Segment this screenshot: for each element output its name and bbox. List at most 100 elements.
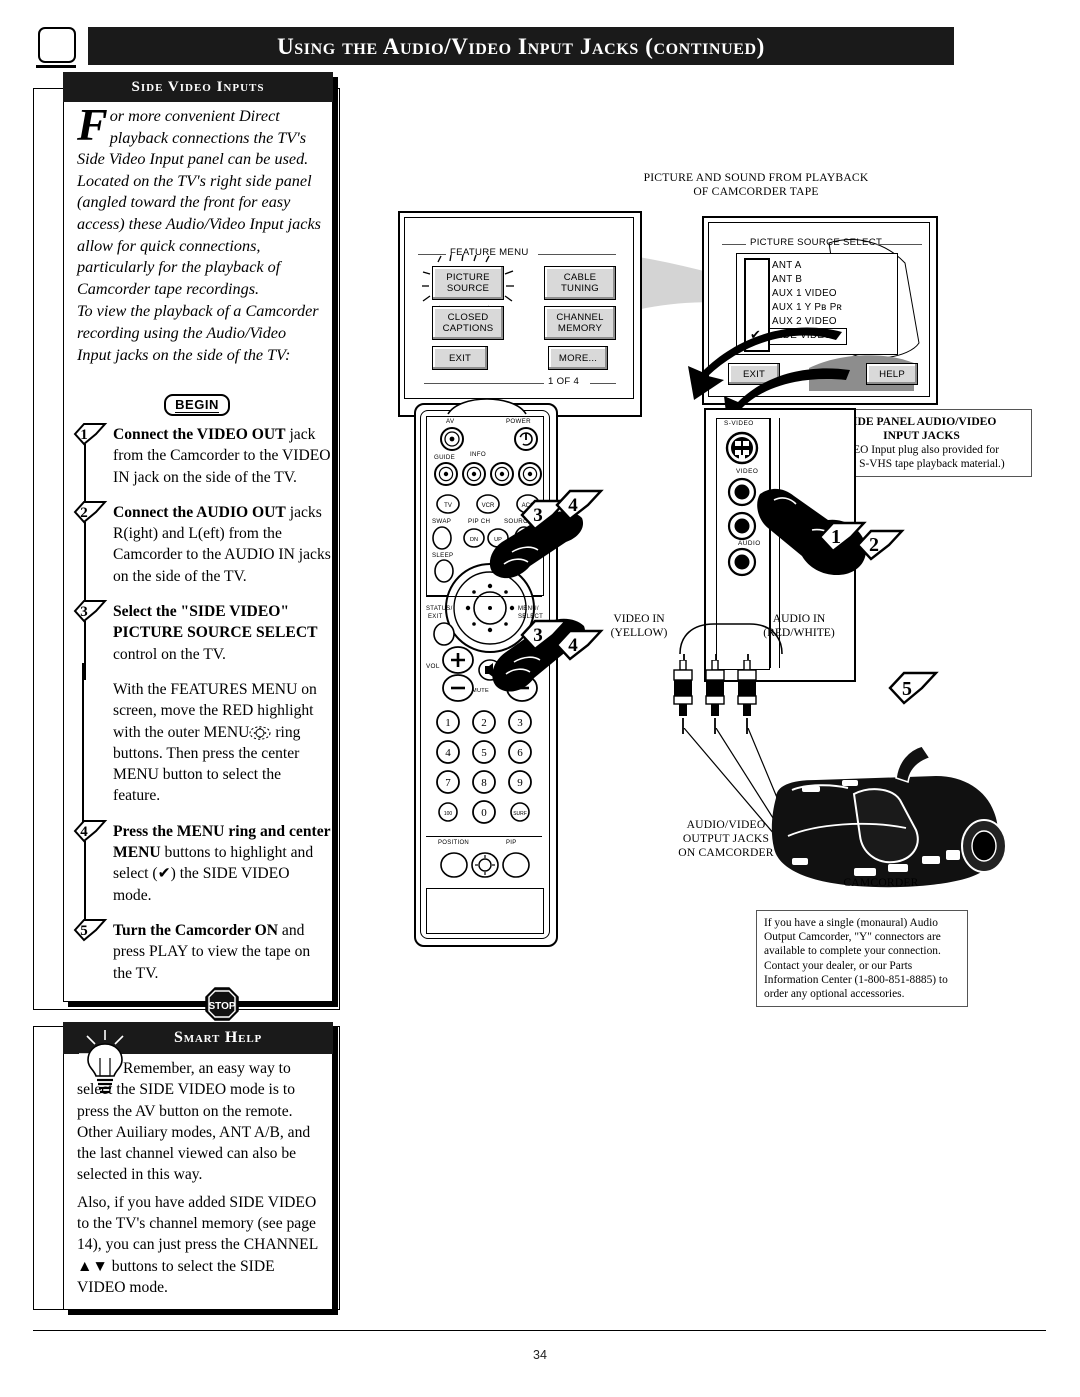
svg-text:5: 5 — [902, 678, 912, 700]
callout-4-lower: 4 — [553, 628, 604, 661]
svg-text:2: 2 — [869, 534, 879, 556]
video-in-label: VIDEO IN (YELLOW) — [594, 612, 684, 640]
svg-text:9: 9 — [517, 777, 523, 789]
svg-text:5: 5 — [80, 923, 88, 939]
stop-label: STOP — [208, 1001, 235, 1012]
camcorder-output-line2: OUTPUT JACKS — [682, 832, 770, 845]
osd-button-closed-captions-label: CLOSED CAPTIONS — [442, 312, 494, 334]
picture-source-select-title: PICTURE SOURCE SELECT — [750, 237, 883, 248]
step-1: 1 Connect the VIDEO OUT jack from the Ca… — [73, 423, 331, 503]
svg-text:5: 5 — [481, 747, 487, 759]
source-item-aux1-ypbpr[interactable]: AUX 1 Y Pʙ Pʀ — [772, 302, 842, 313]
svg-text:4: 4 — [80, 824, 88, 840]
svg-text:4: 4 — [568, 495, 578, 516]
remote-label-tv: TV — [444, 503, 452, 509]
highlight-flash-icon — [422, 254, 514, 312]
svg-text:SURF: SURF — [513, 811, 527, 817]
rca-plugs-icon — [673, 660, 757, 734]
remote-keypad[interactable]: 1 2 3 4 5 6 7 8 9 100 0 SURF — [430, 708, 542, 830]
osd-button-cable-tuning-label: CABLE TUNING — [561, 272, 599, 294]
svg-text:100: 100 — [444, 811, 453, 817]
playback-caption-line1: PICTURE AND SOUND FROM PLAYBACK — [643, 171, 869, 184]
steps-list: 1 Connect the VIDEO OUT jack from the Ca… — [73, 423, 331, 1040]
audio-in-label-line1: AUDIO IN — [772, 612, 826, 625]
step-3: 3 Select the "SIDE VIDEO" PICTURE SOURCE… — [73, 599, 331, 680]
remote-label-status-exit-1: STATUS/ — [426, 606, 453, 612]
camcorder-output-line1: AUDIO/VIDEO — [686, 818, 766, 831]
side-video-inputs-panel: Side Video Inputs For more convenient Di… — [63, 72, 338, 1021]
callout-5: 5 — [886, 670, 939, 705]
source-item-ant-b[interactable]: ANT B — [772, 274, 802, 285]
svg-text:6: 6 — [517, 747, 523, 759]
audio-in-label: AUDIO IN (RED/WHITE) — [744, 612, 854, 640]
svg-text:4: 4 — [568, 635, 578, 656]
smart-help-body: Remember, an easy way to select the SIDE… — [77, 1058, 321, 1304]
drop-cap: F — [77, 99, 108, 150]
step-2-bold: Connect the AUDIO OUT — [113, 503, 286, 521]
osd-button-closed-captions[interactable]: CLOSED CAPTIONS — [432, 306, 504, 340]
illustration-area: PICTURE AND SOUND FROM PLAYBACK OF CAMCO… — [346, 88, 1046, 1308]
remote-label-position: POSITION — [438, 840, 470, 846]
manual-page: Using the Audio/Video Input Jacks (conti… — [0, 0, 1080, 1397]
intro-text: For more convenient Direct playback conn… — [77, 99, 323, 366]
step-5-number-badge: 5 — [73, 918, 109, 942]
remote-position-pip-buttons[interactable] — [432, 848, 538, 882]
step-5-bold: Turn the Camcorder ON — [113, 921, 279, 939]
osd-button-channel-memory[interactable]: CHANNEL MEMORY — [544, 306, 616, 340]
svg-text:4: 4 — [445, 747, 451, 759]
step-4-number-badge: 4 — [73, 819, 109, 843]
smart-help-paragraph-2: Also, if you have added SIDE VIDEO to th… — [77, 1193, 318, 1296]
osd-button-more-label: MORE... — [558, 352, 598, 364]
intro-paragraph-2: To view the playback of a Camcorder reco… — [77, 302, 319, 364]
corner-square-icon — [36, 27, 76, 68]
svg-text:8: 8 — [481, 777, 487, 789]
begin-marker: BEGIN — [63, 394, 331, 416]
stop-marker: STOP — [113, 987, 331, 1026]
side-video-inputs-header: Side Video Inputs — [63, 72, 333, 102]
osd-button-channel-memory-label: CHANNEL MEMORY — [556, 312, 604, 334]
svg-text:2: 2 — [80, 505, 88, 521]
osd-button-exit-label: EXIT — [448, 352, 472, 364]
callout-2: 2 — [854, 528, 905, 561]
camcorder-label: CAMCORDER — [843, 876, 919, 889]
video-in-label-line1: VIDEO IN — [613, 612, 665, 625]
remote-label-dn: DN — [470, 537, 478, 543]
menu-ring-icon — [249, 725, 271, 740]
source-item-ant-a[interactable]: ANT A — [772, 260, 802, 271]
svg-text:3: 3 — [533, 505, 543, 526]
s-video-jack-icon — [725, 431, 759, 465]
feature-menu-page-indicator: 1 OF 4 — [548, 376, 580, 387]
osd-button-more[interactable]: MORE... — [548, 346, 608, 370]
callout-4-upper: 4 — [553, 488, 604, 521]
smart-help-panel: Smart Help Remember, an easy way to sele… — [63, 1022, 338, 1315]
step-5: 5 Turn the Camcorder ON and press PLAY t… — [73, 918, 331, 1026]
svg-text:1: 1 — [80, 427, 88, 443]
remote-label-pip: PIP — [506, 840, 517, 846]
step-2: 2 Connect the AUDIO OUT jacks R(ight) an… — [73, 500, 331, 603]
remote-label-info: INFO — [470, 451, 486, 458]
svg-text:7: 7 — [445, 777, 451, 789]
remote-av-power-buttons[interactable] — [438, 424, 542, 454]
remote-ir-emitter — [447, 398, 527, 415]
source-item-aux1-video[interactable]: AUX 1 VIDEO — [772, 288, 837, 299]
svg-text:3: 3 — [517, 717, 523, 729]
intro-paragraph-1: or more convenient Direct playback conne… — [77, 107, 321, 298]
step-3-continuation: With the FEATURES MENU on screen, move t… — [75, 662, 331, 822]
camcorder-output-jacks-label: AUDIO/VIDEO OUTPUT JACKS ON CAMCORDER — [661, 818, 791, 860]
video-in-label-line2: (YELLOW) — [610, 626, 668, 639]
page-number: 34 — [533, 1348, 547, 1362]
svg-text:0: 0 — [481, 807, 487, 819]
remote-guide-info-buttons[interactable] — [432, 460, 544, 488]
svg-text:2: 2 — [481, 717, 487, 729]
page-title: Using the Audio/Video Input Jacks (conti… — [277, 34, 765, 59]
monaural-note: If you have a single (monaural) Audio Ou… — [756, 910, 968, 1008]
remote-label-swap: SWAP — [432, 518, 452, 525]
step-3-bold: Select the "SIDE VIDEO" PICTURE SOURCE S… — [113, 603, 318, 642]
step-4: 4 Press the MENU ring and center MENU bu… — [73, 819, 331, 921]
side-video-inputs-title: Side Video Inputs — [131, 79, 265, 95]
step-3-number-badge: 3 — [73, 599, 109, 623]
begin-label: BEGIN — [175, 397, 219, 413]
osd-button-cable-tuning[interactable]: CABLE TUNING — [544, 266, 616, 300]
osd-button-exit[interactable]: EXIT — [432, 346, 488, 370]
footer-rule — [33, 1330, 1046, 1332]
